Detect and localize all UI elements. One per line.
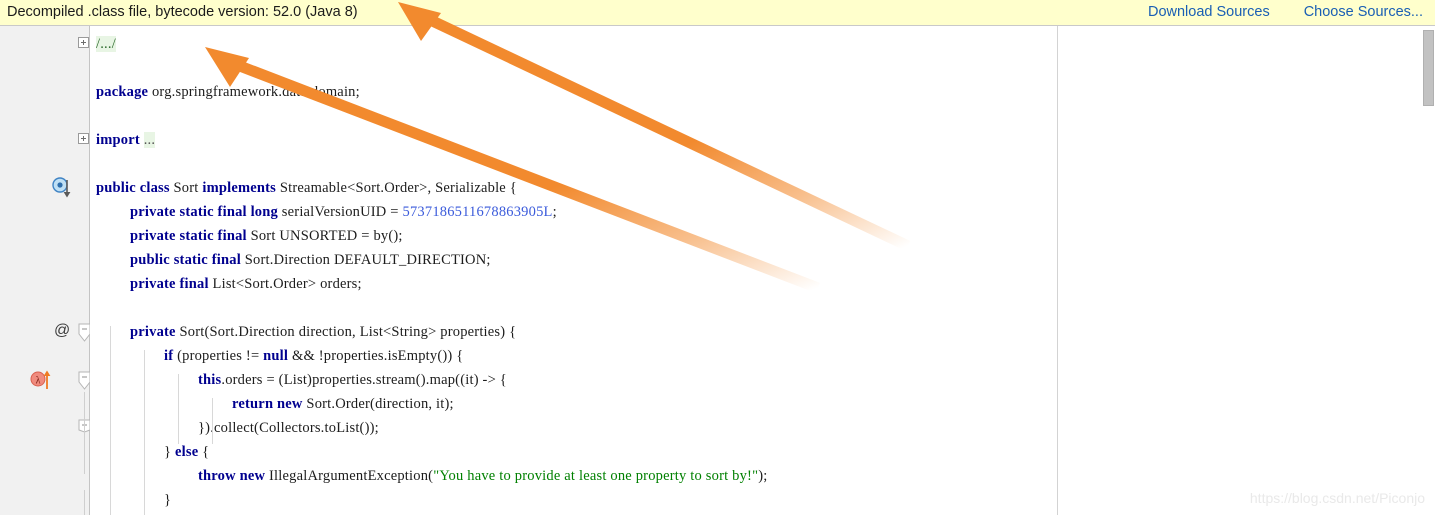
vertical-scrollbar[interactable]: [1421, 26, 1435, 515]
code-line[interactable]: return new Sort.Order(direction, it);: [232, 392, 454, 416]
code-token: org.springframework.data.domain;: [148, 84, 360, 100]
code-token: return new: [232, 396, 303, 412]
code-token: {: [198, 444, 210, 460]
notification-message: Decompiled .class file, bytecode version…: [7, 4, 358, 20]
code-token: }: [164, 444, 175, 460]
decompiler-notification-bar: Decompiled .class file, bytecode version…: [0, 0, 1435, 26]
editor-right-pane: [1058, 26, 1435, 515]
code-line[interactable]: }).collect(Collectors.toList());: [198, 416, 379, 440]
code-token: List<Sort.Order> orders;: [208, 276, 362, 292]
code-token: public static final: [130, 252, 241, 268]
code-token: }).collect(Collectors.toList());: [198, 420, 379, 436]
code-token: ...: [143, 132, 156, 148]
code-line[interactable]: this.orders = (List)properties.stream().…: [198, 368, 507, 392]
code-line[interactable]: import ...: [96, 128, 156, 152]
code-token: 5737186511678863905L: [402, 204, 553, 220]
code-token: ;: [552, 204, 557, 220]
code-content[interactable]: /.../ package org.springframework.data.do…: [90, 26, 1058, 515]
code-token: implements: [202, 180, 277, 196]
code-token: else: [175, 444, 199, 460]
code-token: Sort UNSORTED = by();: [246, 228, 403, 244]
code-line[interactable]: /.../: [96, 32, 116, 56]
code-token: IllegalArgumentException(: [265, 468, 434, 484]
download-sources-link[interactable]: Download Sources: [1148, 4, 1270, 20]
watermark-text: https://blog.csdn.net/Piconjo: [1249, 490, 1425, 506]
choose-sources-link[interactable]: Choose Sources...: [1304, 4, 1423, 20]
code-editor[interactable]: 15678293031323334353637383940414243 @λ /…: [0, 26, 1435, 515]
code-token: null: [263, 348, 289, 364]
code-line[interactable]: private static final long serialVersionU…: [130, 200, 557, 224]
code-token: );: [758, 468, 768, 484]
code-token: /.../: [96, 36, 116, 52]
code-line[interactable]: if (properties != null && !properties.is…: [164, 344, 463, 368]
code-token: throw new: [198, 468, 266, 484]
code-token: Sort.Direction DEFAULT_DIRECTION;: [240, 252, 491, 268]
scrollbar-thumb[interactable]: [1423, 30, 1434, 106]
code-token: this: [198, 372, 222, 388]
code-line[interactable]: public static final Sort.Direction DEFAU…: [130, 248, 491, 272]
code-token: Sort: [169, 180, 203, 196]
code-line[interactable]: public class Sort implements Streamable<…: [96, 176, 517, 200]
code-line[interactable]: private static final Sort UNSORTED = by(…: [130, 224, 403, 248]
indent-guide: [110, 326, 111, 515]
code-line[interactable]: throw new IllegalArgumentException("You …: [198, 464, 767, 488]
svg-text:λ: λ: [36, 376, 41, 387]
code-line[interactable]: package org.springframework.data.domain;: [96, 80, 360, 104]
code-token: private: [130, 324, 176, 340]
code-token: if: [164, 348, 174, 364]
notification-actions: Download Sources Choose Sources...: [1148, 4, 1423, 20]
fold-rail: [84, 490, 85, 515]
code-line[interactable]: } else {: [164, 440, 209, 464]
code-token: }: [164, 492, 172, 508]
code-token: .orders = (List)properties.stream().map(…: [221, 372, 507, 388]
code-token: private static final long: [130, 204, 278, 220]
code-token: Sort(Sort.Direction direction, List<Stri…: [175, 324, 517, 340]
code-token: public class: [96, 180, 170, 196]
indent-guide: [212, 398, 213, 444]
code-token: import: [96, 132, 140, 148]
code-token: && !properties.isEmpty()) {: [288, 348, 464, 364]
code-token: private static final: [130, 228, 247, 244]
indent-guide: [178, 374, 179, 444]
code-token: private final: [130, 276, 209, 292]
code-token: Sort.Order(direction, it);: [302, 396, 454, 412]
line-number-gutter[interactable]: [0, 26, 48, 515]
code-line[interactable]: private Sort(Sort.Direction direction, L…: [130, 320, 516, 344]
annotation-icon[interactable]: @: [54, 320, 70, 342]
implemented-method-icon[interactable]: [52, 177, 74, 199]
code-line[interactable]: }: [164, 488, 171, 512]
code-token: serialVersionUID =: [277, 204, 403, 220]
code-token: package: [96, 84, 149, 100]
code-line[interactable]: private final List<Sort.Order> orders;: [130, 272, 362, 296]
lambda-warning-icon[interactable]: λ: [30, 369, 56, 391]
code-token: (properties !=: [173, 348, 264, 364]
code-token: "You have to provide at least one proper…: [433, 468, 759, 484]
indent-guide: [144, 350, 145, 515]
fold-rail: [84, 392, 85, 474]
code-token: Streamable<Sort.Order>, Serializable {: [276, 180, 517, 196]
